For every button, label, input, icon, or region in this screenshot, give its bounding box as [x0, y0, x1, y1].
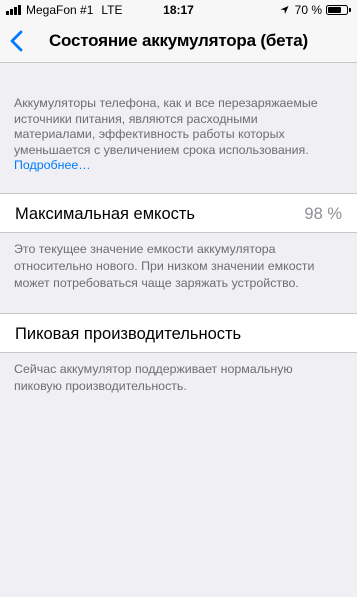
intro-section: Аккумуляторы телефона, как и все перезар… — [0, 63, 357, 174]
battery-level-fill — [328, 7, 341, 13]
peak-performance-row: Пиковая производительность — [0, 312, 357, 353]
status-bar: MegaFon #1 LTE 18:17 70 % — [0, 0, 357, 20]
battery-percent: 70 % — [294, 3, 322, 17]
battery-icon — [326, 5, 348, 15]
battery-health-screen: MegaFon #1 LTE 18:17 70 % Состояние акку… — [0, 0, 357, 597]
navigation-bar: Состояние аккумулятора (бета) — [0, 20, 357, 62]
learn-more-link[interactable]: Подробнее… — [14, 158, 91, 172]
max-capacity-value: 98 % — [304, 204, 342, 223]
status-right: 70 % — [280, 0, 351, 20]
top-bar: MegaFon #1 LTE 18:17 70 % Состояние акку… — [0, 0, 357, 63]
max-capacity-row: Максимальная емкость 98 % — [0, 192, 357, 233]
peak-performance-label: Пиковая производительность — [15, 324, 242, 343]
battery-tip — [349, 8, 351, 12]
max-capacity-label: Максимальная емкость — [15, 204, 196, 223]
max-capacity-footer: Это текущее значение емкости аккумулятор… — [14, 241, 315, 290]
location-arrow-icon — [280, 5, 289, 15]
intro-text: Аккумуляторы телефона, как и все перезар… — [14, 96, 318, 157]
page-title: Состояние аккумулятора (бета) — [48, 31, 309, 50]
peak-performance-footer: Сейчас аккумулятор поддерживает нормальн… — [14, 361, 293, 393]
